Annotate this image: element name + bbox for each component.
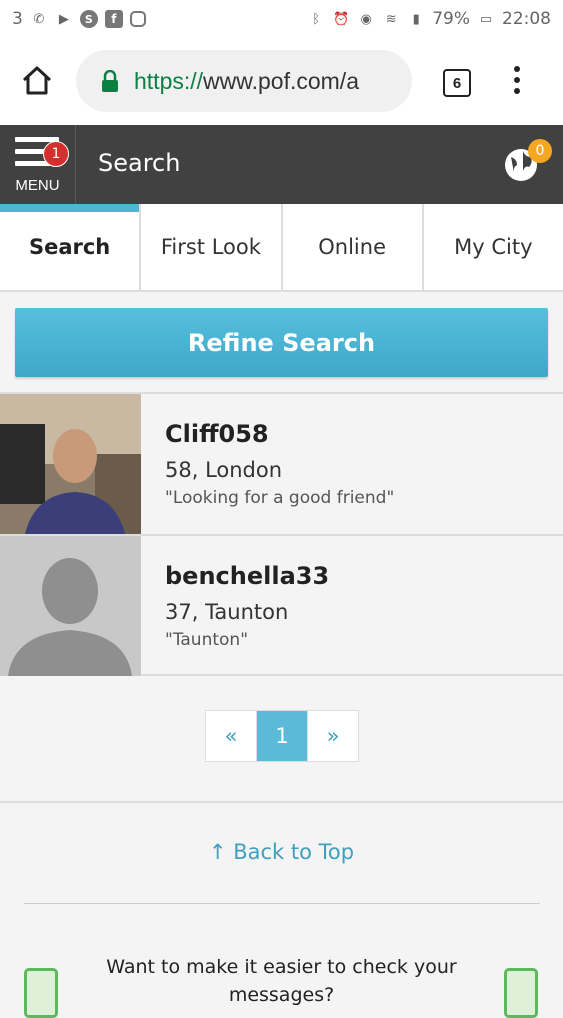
- result-age-location: 37, Taunton: [165, 600, 289, 624]
- status-bar-right: ᛒ ⏰ ◉ ≋ ▮ 79% ▭ 22:08: [307, 9, 551, 29]
- android-phone-icon: [24, 968, 58, 1018]
- facebook-icon: f: [104, 10, 123, 28]
- profile-photo-placeholder[interactable]: [0, 536, 141, 676]
- pagination: « 1 »: [205, 710, 359, 762]
- refine-search-button[interactable]: Refine Search: [15, 308, 548, 377]
- result-age-location: 58, London: [165, 458, 283, 482]
- clock: 22:08: [502, 9, 551, 29]
- signal-icon: ▮: [412, 11, 420, 27]
- app-promo-text: Want to make it easier to check your mes…: [106, 956, 457, 1006]
- prev-page-button[interactable]: «: [206, 711, 257, 761]
- lock-icon: [102, 70, 118, 92]
- results-list: Cliff058 58, London "Looking for a good …: [0, 392, 563, 676]
- android-phone-icon: [504, 968, 538, 1018]
- menu-button[interactable]: 1 MENU: [0, 125, 76, 204]
- result-headline: "Looking for a good friend": [165, 488, 395, 508]
- divider: [0, 801, 563, 803]
- alarm-icon: ⏰: [333, 11, 350, 27]
- tab-my-city[interactable]: My City: [424, 204, 563, 290]
- arrow-up-icon: ↑: [208, 840, 227, 864]
- tab-online[interactable]: Online: [283, 204, 424, 290]
- tab-switcher-button[interactable]: 6: [443, 69, 471, 97]
- instagram-icon: [129, 11, 146, 27]
- home-icon[interactable]: [20, 63, 54, 97]
- status-bar: 3 ✆ ▶ S f ᛒ ⏰ ◉ ≋ ▮ 79% ▭ 22:08: [0, 0, 563, 38]
- app-header: 1 MENU Search 0: [0, 125, 563, 204]
- page-title: Search: [98, 149, 181, 177]
- battery-percent: 79%: [432, 9, 470, 29]
- notification-count: 3: [12, 9, 23, 29]
- result-username[interactable]: benchella33: [165, 562, 329, 590]
- url-field[interactable]: https://www.pof.com/a: [76, 50, 412, 112]
- back-to-top-link[interactable]: ↑ Back to Top: [0, 840, 563, 864]
- bluetooth-icon: ᛒ: [312, 11, 321, 27]
- eye-icon: ◉: [360, 11, 372, 27]
- tab-first-look[interactable]: First Look: [141, 204, 283, 290]
- browser-toolbar: https://www.pof.com/a 6: [0, 38, 563, 125]
- profile-photo[interactable]: [0, 394, 141, 534]
- next-page-button[interactable]: »: [308, 711, 358, 761]
- whatsapp-icon: ✆: [33, 11, 45, 27]
- skype-icon: S: [79, 10, 98, 28]
- divider: [24, 903, 540, 904]
- search-tabs: Search First Look Online My City: [0, 204, 563, 292]
- back-to-top-label: Back to Top: [233, 840, 355, 864]
- result-row[interactable]: Cliff058 58, London "Looking for a good …: [0, 392, 563, 534]
- tab-search[interactable]: Search: [0, 204, 142, 290]
- battery-icon: ▭: [479, 11, 493, 27]
- url-text: https://www.pof.com/a: [134, 68, 359, 95]
- result-headline: "Taunton": [165, 630, 249, 650]
- url-host: www.pof.com/a: [203, 67, 359, 94]
- browser-menu-icon[interactable]: [513, 66, 521, 96]
- status-bar-left: 3 ✆ ▶ S f: [12, 9, 146, 29]
- wifi-icon: ≋: [385, 11, 397, 27]
- current-page[interactable]: 1: [257, 711, 308, 761]
- result-username[interactable]: Cliff058: [165, 420, 269, 448]
- result-row[interactable]: benchella33 37, Taunton "Taunton": [0, 534, 563, 676]
- globe-notification-badge: 0: [528, 139, 552, 163]
- menu-notification-badge: 1: [43, 141, 69, 167]
- menu-label: MENU: [15, 177, 60, 194]
- play-icon: ▶: [58, 11, 69, 27]
- url-scheme: https://: [134, 67, 204, 94]
